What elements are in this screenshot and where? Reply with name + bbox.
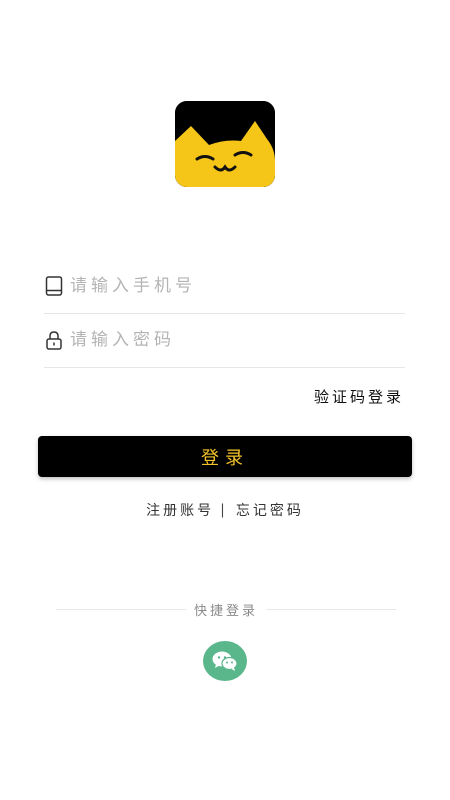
phone-input[interactable]	[70, 276, 370, 296]
quick-login-label: 快捷登录	[194, 604, 259, 619]
wechat-icon	[212, 651, 238, 671]
quick-login-divider: 快捷登录	[56, 600, 397, 619]
wechat-login-button[interactable]	[203, 641, 247, 681]
register-link[interactable]: 注册账号	[146, 500, 214, 520]
login-button[interactable]: 登录	[38, 436, 412, 477]
app-logo	[175, 101, 275, 187]
divider-line-left	[56, 609, 186, 610]
divider-line-right	[266, 609, 397, 610]
phone-field[interactable]	[44, 259, 405, 314]
code-login-link[interactable]: 验证码登录	[314, 386, 404, 407]
link-separator: |	[220, 502, 228, 518]
forgot-password-link[interactable]: 忘记密码	[236, 500, 304, 520]
lock-icon	[44, 329, 64, 351]
phone-icon	[44, 275, 64, 297]
account-links: 注册账号 | 忘记密码	[0, 500, 450, 520]
password-field[interactable]	[44, 313, 405, 368]
password-input[interactable]	[70, 330, 370, 350]
cat-face-icon	[175, 101, 275, 187]
